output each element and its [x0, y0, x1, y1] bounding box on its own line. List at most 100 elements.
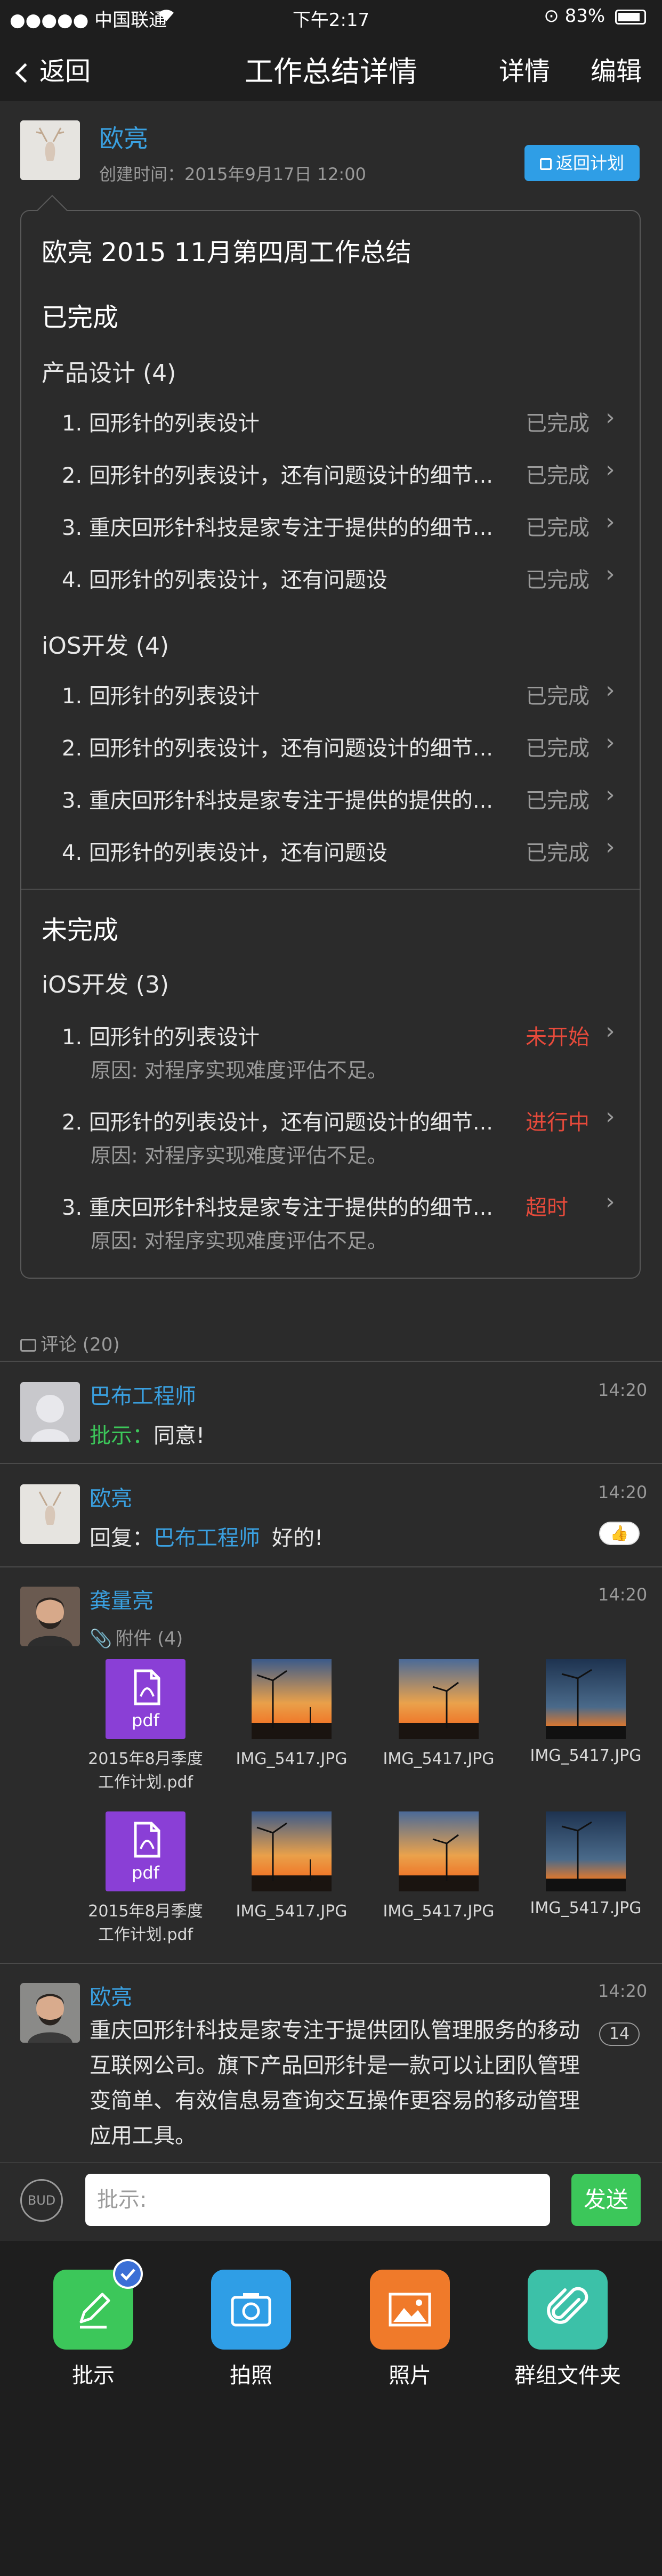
attachment-name: 2015年8月季度工作计划.pdf	[88, 1750, 203, 1792]
image-thumbnail[interactable]	[252, 1811, 332, 1891]
commenter-avatar[interactable]	[20, 1382, 80, 1442]
chevron-right-icon[interactable]: ›	[606, 404, 615, 431]
camera-tool-button[interactable]	[211, 2270, 291, 2350]
edit-button[interactable]: 编辑	[591, 50, 642, 87]
chevron-right-icon[interactable]: ›	[606, 456, 615, 483]
nav-bar: 返回 工作总结详情 详情 编辑	[0, 33, 662, 101]
task-status: 已完成	[526, 568, 590, 592]
task-item[interactable]: 3. 重庆回形针科技是家专注于提供的的细节...	[62, 1190, 493, 1221]
task-status: 已完成	[526, 841, 590, 865]
detail-button[interactable]: 详情	[499, 50, 550, 87]
battery-icon	[615, 9, 646, 25]
author-name[interactable]: 欧亮	[99, 119, 148, 155]
comment-text: 同意!	[154, 1424, 205, 1448]
task-item[interactable]: 2. 回形针的列表设计，还有问题设计的细节...	[62, 731, 493, 762]
commenter-name[interactable]: 龚量亮	[90, 1583, 154, 1614]
battery-percent: 83%	[564, 5, 606, 27]
comment-time: 14:20	[598, 1584, 648, 1605]
task-item[interactable]: 1. 回形针的列表设计	[62, 406, 260, 437]
chevron-right-icon[interactable]: ›	[606, 508, 615, 535]
group-folder-tool-button[interactable]	[528, 2270, 608, 2350]
undone-section-label: 未完成	[42, 915, 119, 945]
comments-count: 评论 (20)	[41, 1334, 120, 1355]
comments-header: 评论 (20)	[20, 1330, 120, 1356]
reply-count-badge[interactable]: 14	[599, 2022, 640, 2046]
comment-body: 回复：巴布工程师 好的!	[90, 1521, 323, 1551]
comment-divider	[0, 1566, 662, 1567]
emoji-toggle-button[interactable]: BUD	[20, 2179, 63, 2222]
photo-tool-button[interactable]	[370, 2270, 450, 2350]
image-thumbnail[interactable]	[546, 1811, 626, 1891]
summary-title: 欧亮 2015 11月第四周工作总结	[42, 238, 411, 267]
commenter-name[interactable]: 欧亮	[90, 1980, 132, 2011]
chevron-right-icon[interactable]: ›	[606, 1188, 615, 1215]
return-plan-button[interactable]: 返回计划	[524, 145, 640, 181]
commenter-avatar[interactable]	[20, 1484, 80, 1544]
comment-divider	[0, 1963, 662, 1964]
comment-text: 好的!	[272, 1526, 324, 1550]
author-avatar[interactable]	[20, 120, 80, 180]
send-button[interactable]: 发送	[571, 2174, 641, 2226]
thumbs-up-icon: 👍	[610, 1524, 629, 1542]
task-item[interactable]: 2. 回形针的列表设计，还有问题设计的细节...	[62, 458, 493, 489]
tool-label: 批示	[72, 2363, 115, 2388]
task-item[interactable]: 2. 回形针的列表设计，还有问题设计的细节...	[62, 1105, 493, 1136]
chevron-right-icon[interactable]: ›	[606, 560, 615, 588]
image-thumbnail[interactable]	[252, 1659, 332, 1739]
group-title: 产品设计 (4)	[42, 360, 176, 387]
copy-icon	[539, 158, 552, 170]
tool-label: 群组文件夹	[514, 2363, 621, 2388]
task-status: 已完成	[526, 411, 590, 436]
pdf-label: pdf	[132, 1710, 159, 1730]
task-reason: 原因: 对程序实现难度评估不足。	[91, 1059, 387, 1082]
comments-divider	[0, 1361, 662, 1362]
task-item[interactable]: 1. 回形针的列表设计	[62, 679, 260, 710]
attachment-count: 附件 (4)	[115, 1628, 183, 1649]
chevron-right-icon[interactable]: ›	[606, 729, 615, 756]
commenter-name[interactable]: 欧亮	[90, 1481, 132, 1512]
pdf-file-icon[interactable]: pdf	[106, 1811, 185, 1891]
battery-status: ⊙ 83%	[544, 5, 646, 27]
chevron-right-icon[interactable]: ›	[606, 833, 615, 860]
check-badge-icon	[113, 2259, 143, 2289]
chevron-right-icon[interactable]: ›	[606, 1103, 615, 1130]
attachment-name: IMG_5417.JPG	[236, 1902, 348, 1921]
chevron-right-icon[interactable]: ›	[606, 781, 615, 808]
comment-time: 14:20	[598, 1380, 648, 1400]
commenter-avatar[interactable]	[20, 1983, 80, 2043]
task-item[interactable]: 1. 回形针的列表设计	[62, 1020, 260, 1051]
comment-prefix: 回复：	[90, 1526, 154, 1550]
image-thumbnail[interactable]	[399, 1659, 479, 1739]
task-item[interactable]: 4. 回形针的列表设计，还有问题设	[62, 563, 387, 594]
commenter-avatar[interactable]	[20, 1587, 80, 1646]
comment-time: 14:20	[598, 1482, 648, 1502]
attachment-name: IMG_5417.JPG	[236, 1750, 348, 1768]
created-time: 创建时间：2015年9月17日 12:00	[99, 164, 366, 184]
tool-label: 照片	[389, 2363, 431, 2388]
comment-prefix: 批示：	[90, 1424, 154, 1448]
tool-label: 拍照	[230, 2363, 272, 2388]
attachment-name: 2015年8月季度工作计划.pdf	[88, 1902, 203, 1944]
task-item[interactable]: 3. 重庆回形针科技是家专注于提供的提供的...	[62, 783, 493, 814]
pdf-label: pdf	[132, 1863, 159, 1883]
attachment-name: IMG_5417.JPG	[530, 1899, 642, 1917]
image-thumbnail[interactable]	[546, 1659, 626, 1739]
task-status: 未开始	[526, 1025, 590, 1050]
attachment-name: IMG_5417.JPG	[530, 1746, 642, 1765]
comment-time: 14:20	[598, 1981, 648, 2001]
comment-icon	[20, 1339, 36, 1352]
like-button[interactable]: 👍	[599, 1522, 640, 1545]
comment-input[interactable]: 批示:	[85, 2174, 550, 2226]
comment-mention[interactable]: 巴布工程师	[154, 1526, 260, 1550]
attachment-header: 📎 附件 (4)	[90, 1624, 183, 1650]
image-thumbnail[interactable]	[399, 1811, 479, 1891]
comment-text: 重庆回形针科技是家专注于提供团队管理服务的移动互联网公司。旗下产品回形针是一款可…	[90, 2018, 580, 2148]
task-item[interactable]: 3. 重庆回形针科技是家专注于提供的的细节...	[62, 510, 493, 541]
commenter-name[interactable]: 巴布工程师	[90, 1379, 196, 1410]
task-item[interactable]: 4. 回形针的列表设计，还有问题设	[62, 835, 387, 866]
chevron-right-icon[interactable]: ›	[606, 1018, 615, 1045]
task-status: 已完成	[526, 516, 590, 540]
pdf-file-icon[interactable]: pdf	[106, 1659, 185, 1739]
comment-divider	[0, 1463, 662, 1464]
chevron-right-icon[interactable]: ›	[606, 677, 615, 704]
